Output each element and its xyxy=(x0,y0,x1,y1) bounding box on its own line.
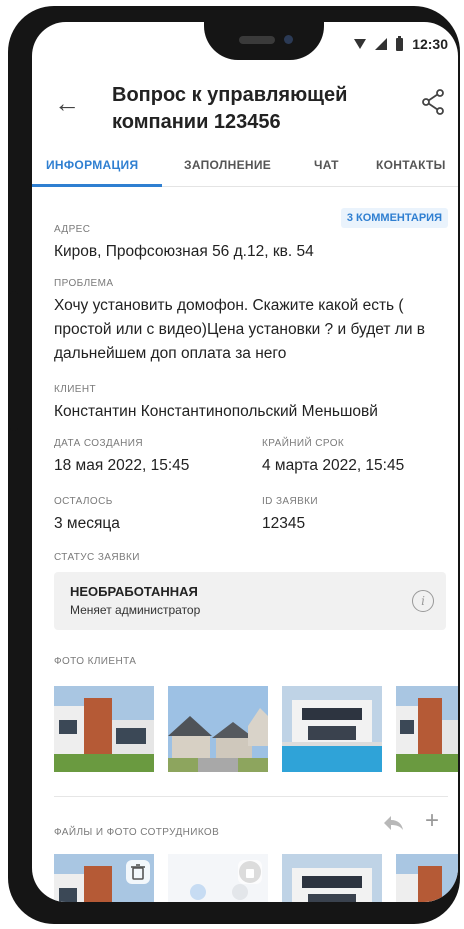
trash-icon[interactable] xyxy=(238,860,262,884)
staff-photo[interactable] xyxy=(282,854,382,902)
problem-value: Хочу установить домофон. Скажите какой е… xyxy=(54,297,426,362)
client-photo[interactable] xyxy=(54,686,154,772)
info-icon[interactable]: i xyxy=(412,590,434,612)
client-photo[interactable] xyxy=(168,686,268,772)
staff-photo[interactable] xyxy=(54,854,154,902)
client-photo[interactable] xyxy=(396,686,458,772)
staff-photos xyxy=(54,854,458,902)
status-label: СТАТУС ЗАЯВКИ xyxy=(54,552,140,563)
section-divider xyxy=(54,796,448,797)
tab-bar: ИНФОРМАЦИЯ ЗАПОЛНЕНИЕ ЧАТ КОНТАКТЫ xyxy=(32,152,458,187)
battery-icon xyxy=(396,35,404,51)
speaker xyxy=(239,36,275,44)
wifi-icon xyxy=(354,39,367,49)
tab-information[interactable]: ИНФОРМАЦИЯ xyxy=(46,158,138,172)
address-value: Киров, Профсоюзная 56 д.12, кв. 54 xyxy=(54,243,314,260)
trash-icon[interactable] xyxy=(126,860,150,884)
status-title: НЕОБРАБОТАННАЯ xyxy=(70,584,198,599)
screen: 12:30 ← Вопрос к управляющей компании 12… xyxy=(32,22,458,902)
notch xyxy=(204,22,324,60)
active-tab-indicator xyxy=(32,184,162,187)
tab-chat[interactable]: ЧАТ xyxy=(314,158,339,172)
client-photo[interactable] xyxy=(282,686,382,772)
staff-files-label: ФАЙЛЫ И ФОТО СОТРУДНИКОВ xyxy=(54,827,220,838)
client-photos xyxy=(54,686,458,774)
status-time: 12:30 xyxy=(412,36,448,52)
plus-icon[interactable]: + xyxy=(425,809,439,833)
staff-photo[interactable] xyxy=(396,854,458,902)
deadline-label: КРАЙНИЙ СРОК xyxy=(262,438,345,449)
share-icon[interactable] xyxy=(420,88,446,116)
created-label: ДАТА СОЗДАНИЯ xyxy=(54,438,143,449)
page-title: Вопрос к управляющей компании 123456 xyxy=(112,84,348,133)
camera-icon xyxy=(284,35,293,44)
remaining-label: ОСТАЛОСЬ xyxy=(54,496,113,507)
comments-badge[interactable]: 3 КОММЕНТАРИЯ xyxy=(340,208,448,228)
status-card: НЕОБРАБОТАННАЯ Меняет администратор i xyxy=(54,572,446,630)
remaining-value: 3 месяца xyxy=(54,515,120,532)
address-label: АДРЕС xyxy=(54,224,91,235)
signal-icon xyxy=(375,38,388,50)
status-subtitle: Меняет администратор xyxy=(70,603,201,617)
client-value: Константин Константинопольский Меньшовй xyxy=(54,403,378,420)
client-photos-label: ФОТО КЛИЕНТА xyxy=(54,656,137,667)
request-id-label: ID ЗАЯВКИ xyxy=(262,496,318,507)
back-arrow-icon[interactable]: ← xyxy=(54,90,80,116)
header: ← Вопрос к управляющей компании 123456 xyxy=(32,82,458,152)
tab-filling[interactable]: ЗАПОЛНЕНИЕ xyxy=(184,158,271,172)
tab-contacts[interactable]: КОНТАКТЫ xyxy=(376,158,446,172)
created-value: 18 мая 2022, 15:45 xyxy=(54,457,190,474)
phone-side-button xyxy=(10,291,18,431)
reply-icon[interactable] xyxy=(382,814,404,832)
problem-label: ПРОБЛЕМА xyxy=(54,278,114,289)
request-id-value: 12345 xyxy=(262,515,306,532)
status-bar: 12:30 xyxy=(354,35,448,52)
deadline-value: 4 марта 2022, 15:45 xyxy=(262,457,405,474)
phone-frame: 12:30 ← Вопрос к управляющей компании 12… xyxy=(8,6,460,924)
client-label: КЛИЕНТ xyxy=(54,384,96,395)
staff-photo[interactable] xyxy=(168,854,268,902)
